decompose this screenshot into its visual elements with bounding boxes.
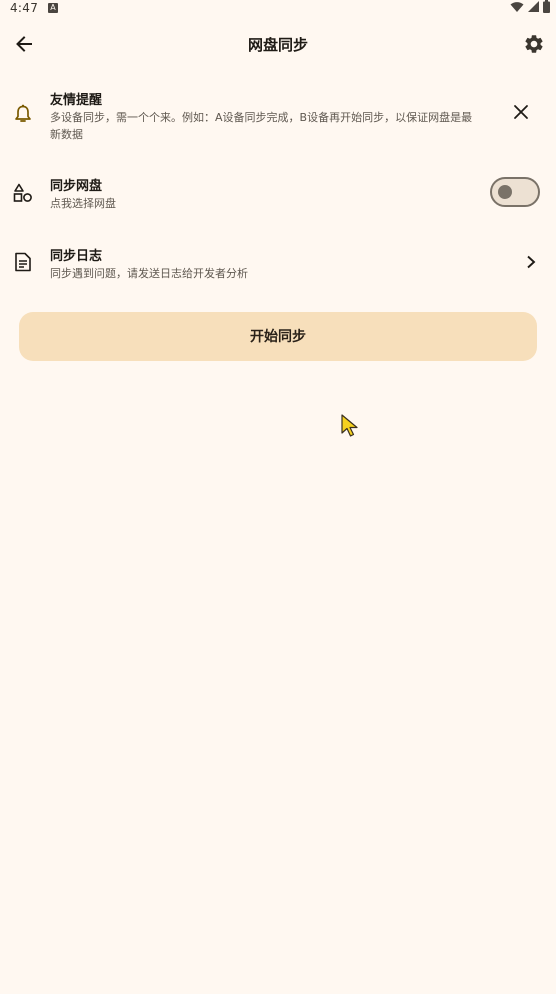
tip-message: 多设备同步，需一个个来。例如：A设备同步完成，B设备再开始同步，以保证网盘是最 … <box>50 109 500 143</box>
page-title: 网盘同步 <box>247 36 308 54</box>
mouse-cursor-icon <box>340 413 360 439</box>
app-bar: 网盘同步 <box>0 16 556 76</box>
wifi-icon <box>510 1 524 16</box>
sync-drive-subtitle: 点我选择网盘 <box>50 197 116 210</box>
settings-button[interactable] <box>520 32 548 60</box>
shapes-icon <box>12 182 34 204</box>
close-tip-button[interactable] <box>510 103 532 125</box>
sync-drive-title: 同步网盘 <box>50 179 103 194</box>
signal-icon <box>528 1 539 15</box>
tip-banner: 友情提醒 多设备同步，需一个个来。例如：A设备同步完成，B设备再开始同步，以保证… <box>0 86 556 146</box>
sync-log-subtitle: 同步遇到问题，请发送日志给开发者分析 <box>50 267 248 280</box>
sync-drive-row[interactable]: 同步网盘 点我选择网盘 <box>0 166 556 220</box>
notification-icon: A <box>48 3 58 13</box>
tip-title: 友情提醒 <box>50 93 103 108</box>
status-bar: 4:47 A <box>0 0 556 16</box>
sync-log-title: 同步日志 <box>50 249 103 264</box>
close-icon <box>513 104 529 124</box>
gear-icon <box>523 33 545 59</box>
status-time: 4:47 <box>10 1 39 15</box>
toggle-knob <box>498 185 512 199</box>
tip-message-line-1: 多设备同步，需一个个来。例如：A设备同步完成，B设备再开始同步，以保证网盘是最 <box>50 111 473 124</box>
sync-drive-toggle[interactable] <box>490 177 540 207</box>
sync-log-row[interactable]: 同步日志 同步遇到问题，请发送日志给开发者分析 <box>0 236 556 290</box>
battery-icon <box>543 0 550 16</box>
start-sync-button[interactable]: 开始同步 <box>19 312 537 361</box>
chevron-right-icon <box>522 253 540 271</box>
bell-icon <box>12 103 34 125</box>
document-icon <box>12 251 34 273</box>
tip-message-line-2: 新数据 <box>50 128 83 141</box>
status-icons <box>510 0 550 16</box>
